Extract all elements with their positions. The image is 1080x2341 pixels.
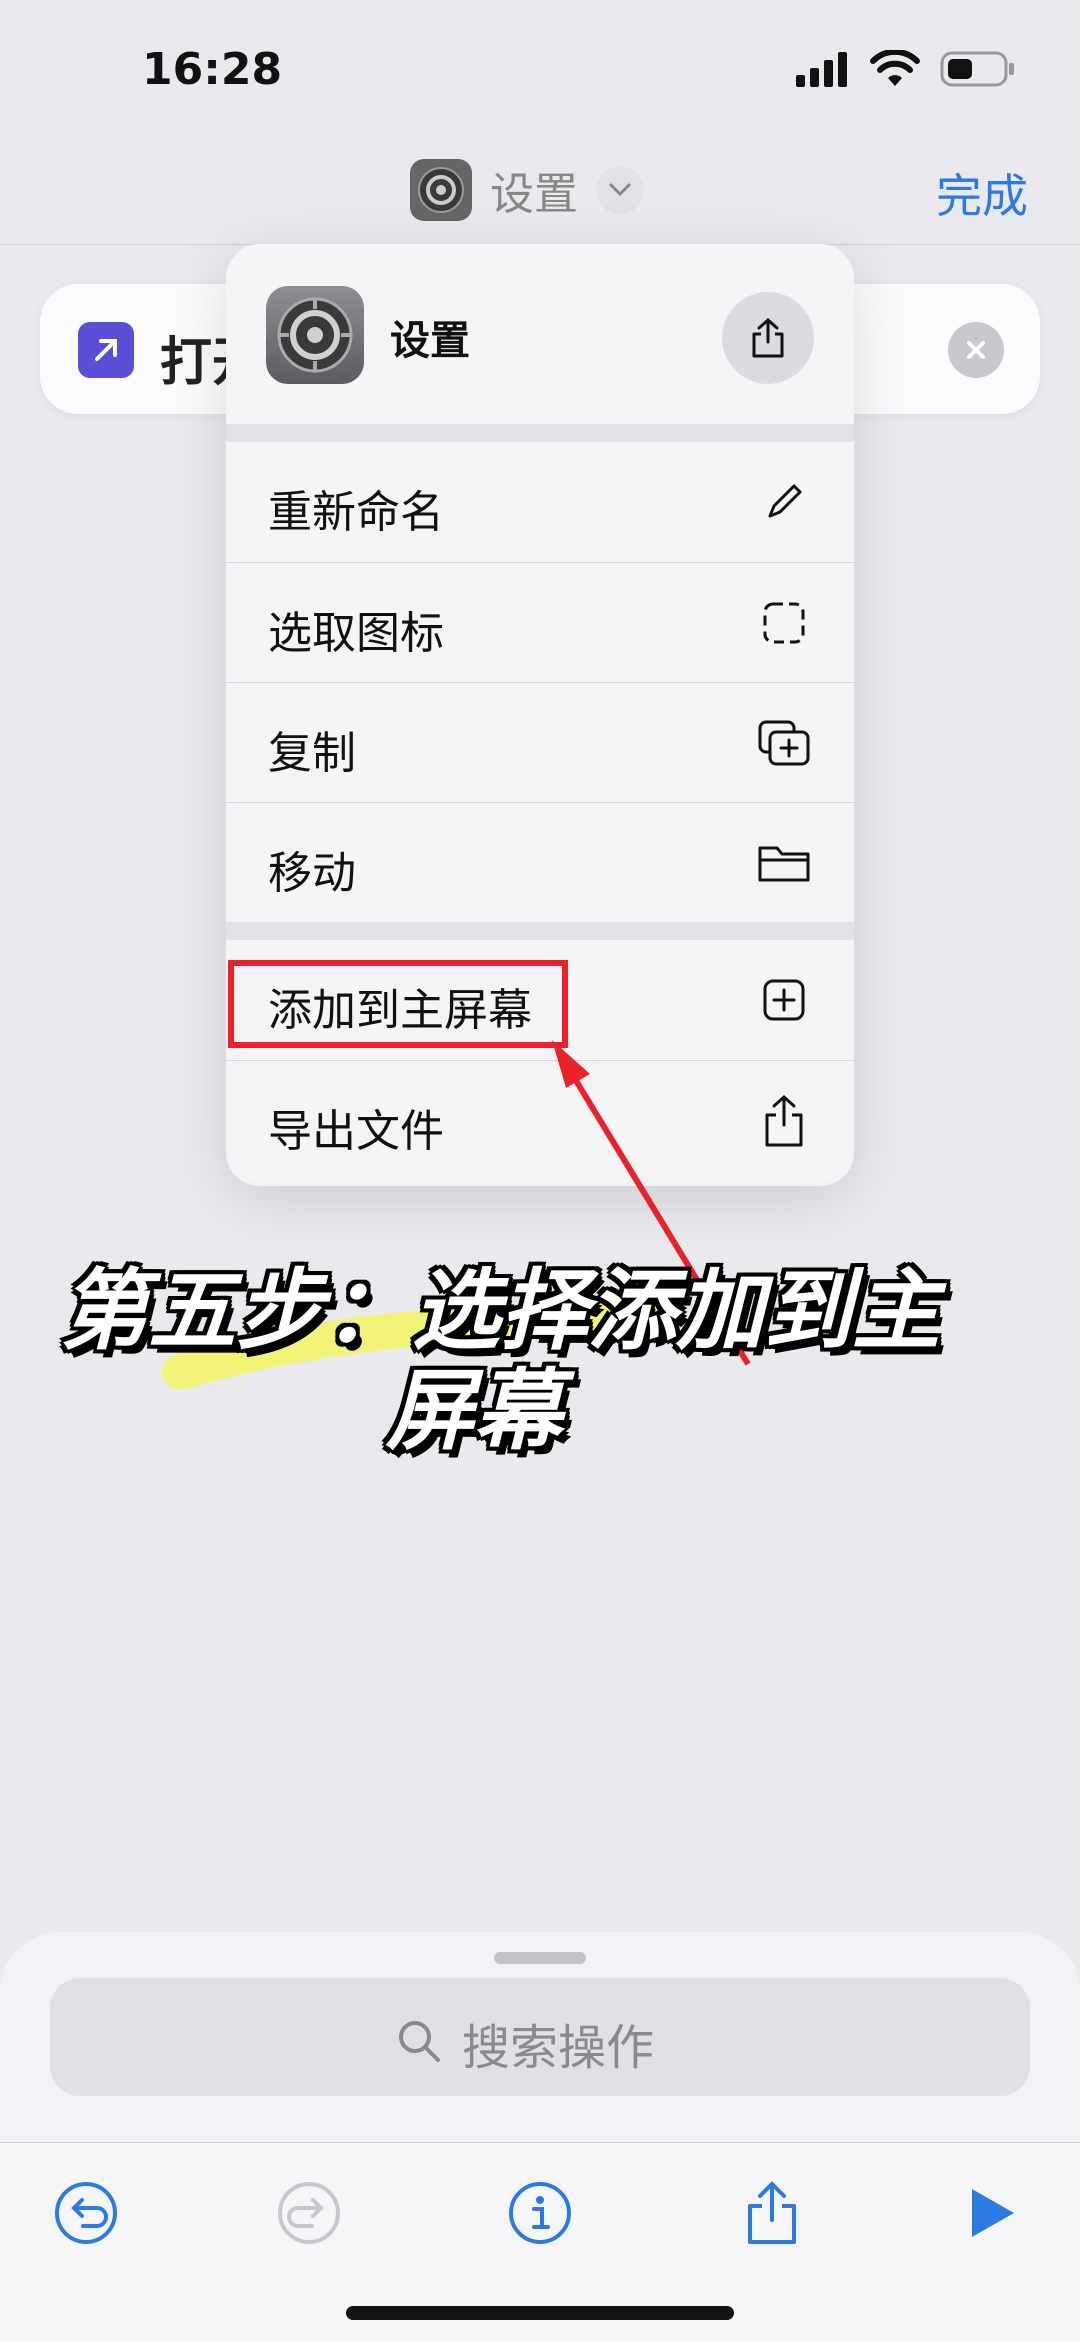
bottom-sheet: 搜索操作 [0,1932,1080,2142]
redo-button[interactable] [269,2173,349,2253]
caption-line-2: 屏幕 [386,1359,563,1462]
search-input[interactable]: 搜索操作 [50,1978,1030,2096]
sheet-grabber[interactable] [494,1952,586,1964]
search-icon [396,2018,442,2068]
undo-button[interactable] [46,2173,126,2253]
red-arrow-head [552,1040,590,1088]
share-toolbar-button[interactable] [732,2173,812,2253]
undo-icon [55,2182,117,2244]
info-button[interactable] [500,2173,580,2253]
run-button[interactable] [952,2173,1032,2253]
search-placeholder: 搜索操作 [462,2020,655,2076]
info-icon [509,2182,571,2244]
share-icon [748,2181,796,2244]
play-icon [972,2189,1014,2237]
redo-icon [278,2182,340,2244]
home-indicator[interactable] [346,2306,734,2320]
